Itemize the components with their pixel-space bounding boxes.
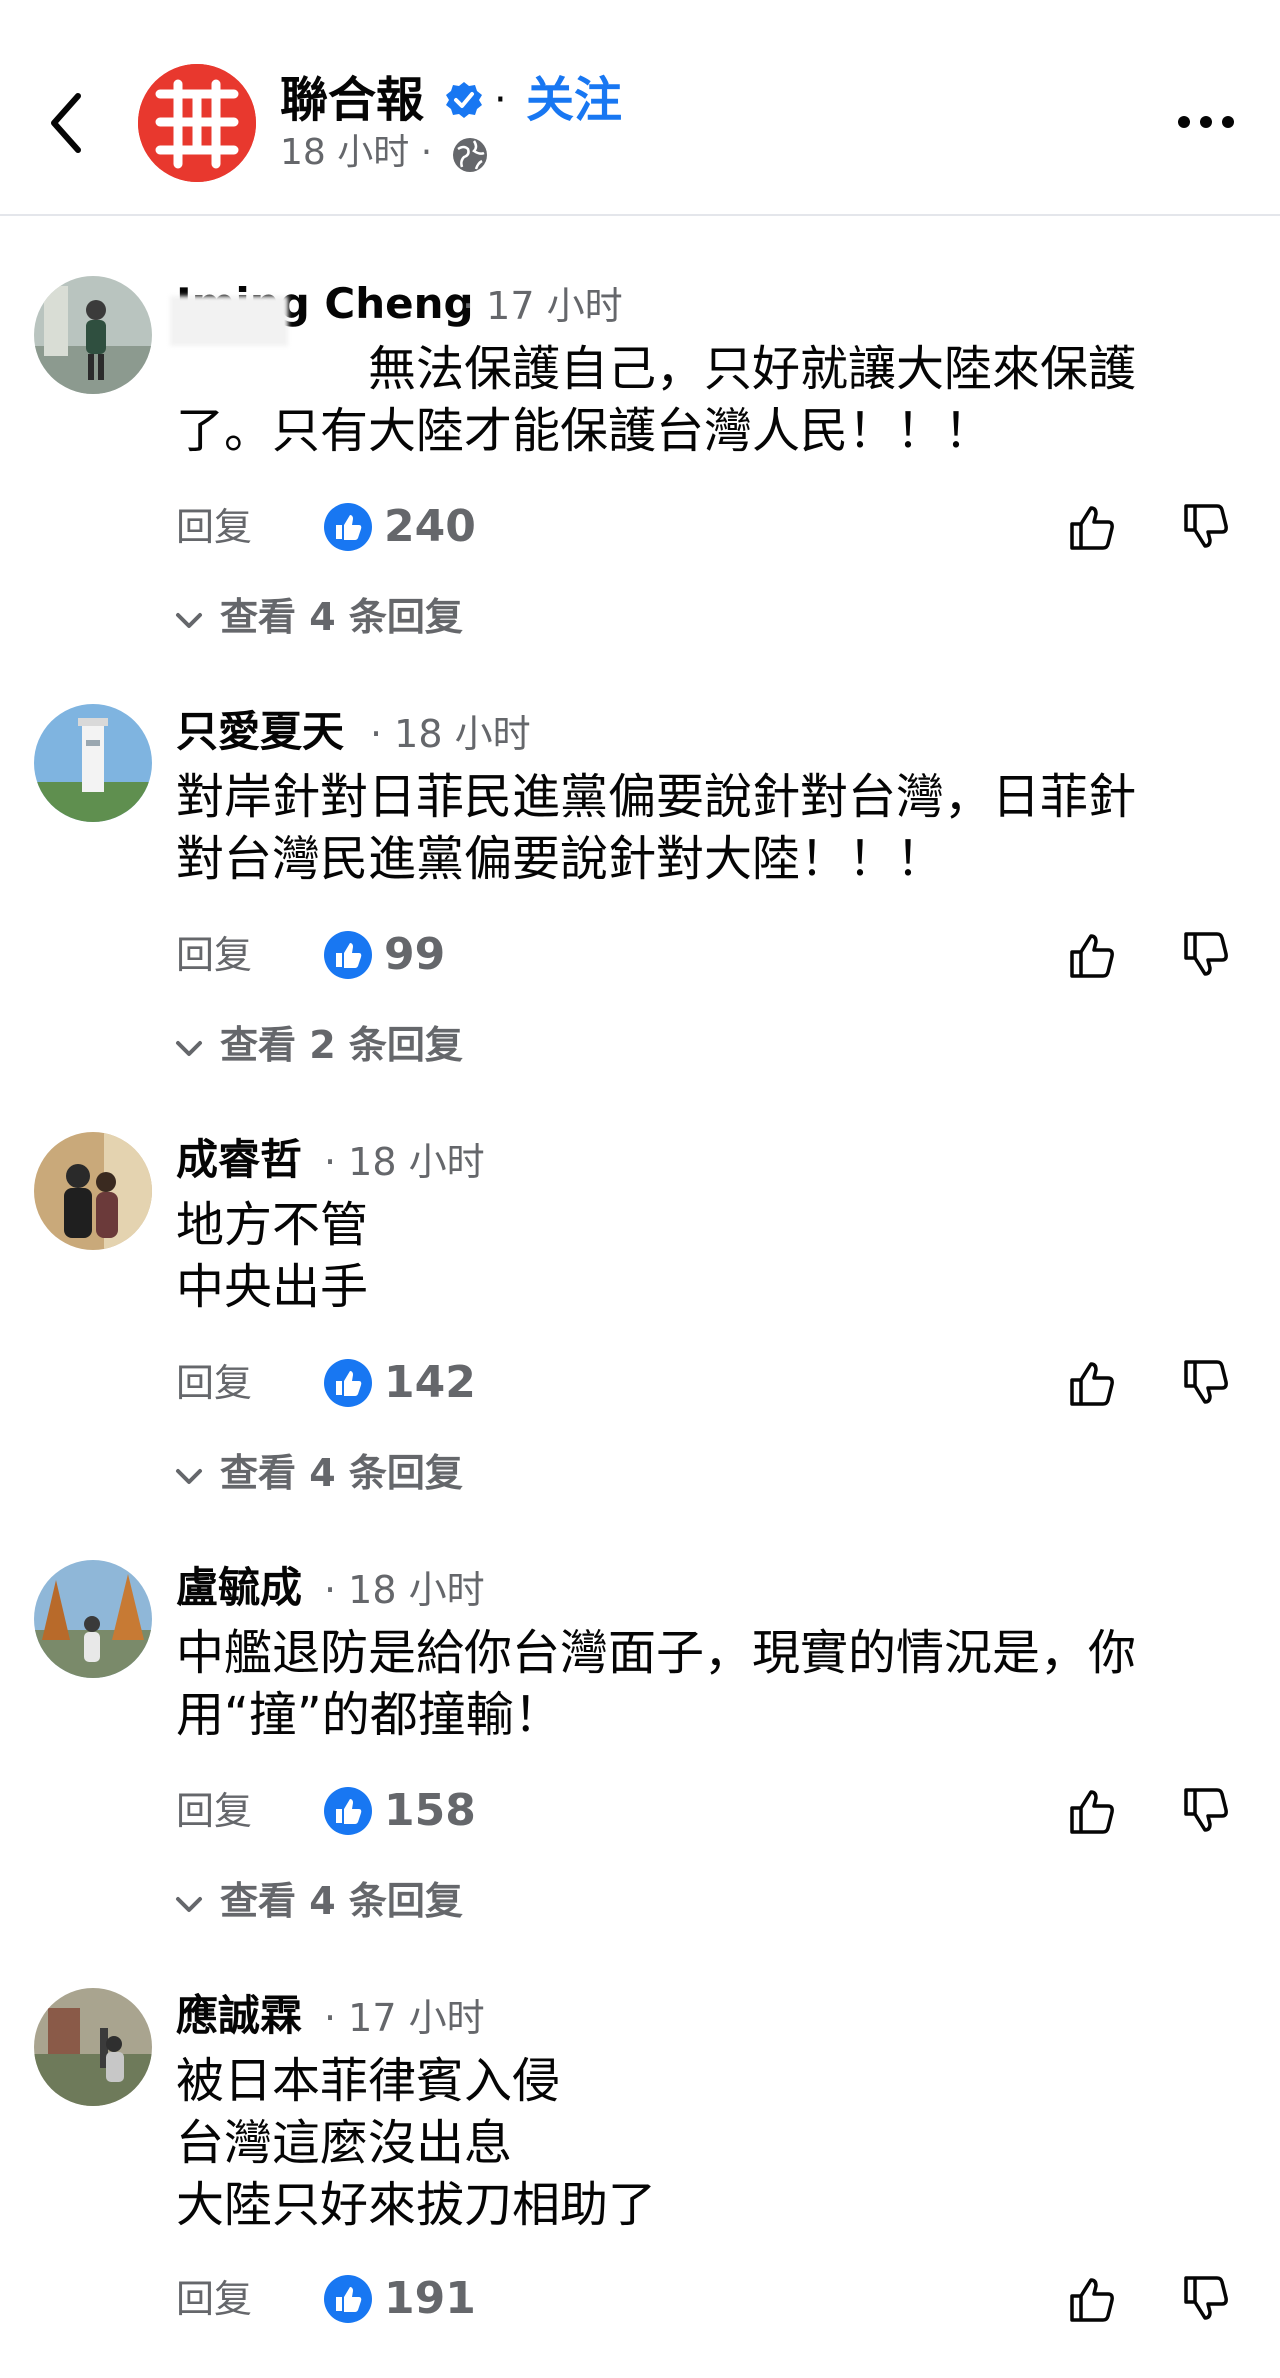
thumbs-down-icon[interactable] [1180,2272,1234,2326]
view-replies-button[interactable]: 查看 4 条回复 [172,592,463,642]
thumbs-down-icon[interactable] [1180,1784,1234,1838]
view-replies-label: 查看 4 条回复 [220,1451,463,1495]
thumbs-up-icon[interactable] [1066,500,1120,554]
view-replies-label: 查看 4 条回复 [220,595,463,639]
post-header: 聯合報 · 关注 18 小时 · [0,0,1280,216]
view-replies-label: 查看 2 条回复 [220,1023,463,1067]
like-count: 158 [384,1785,476,1836]
like-count: 240 [384,501,476,552]
view-replies-button[interactable]: 查看 2 条回复 [172,1020,463,1070]
like-reaction-icon [324,1359,372,1407]
chevron-down-icon [176,612,202,628]
chevron-down-icon [176,1468,202,1484]
name-separator: · [494,77,507,123]
thumbs-down-icon[interactable] [1180,1356,1234,1410]
comment-text: 被日本菲律賓入侵 台灣這麼沒出息 大陸只好來拔刀相助了 [176,2053,657,2233]
avatar[interactable] [34,1988,152,2106]
chevron-down-icon [176,1896,202,1912]
view-replies-button[interactable]: 查看 4 条回复 [172,1876,463,1926]
like-reaction-icon [324,931,372,979]
page-logo [138,64,256,182]
reply-button[interactable]: 回复 [176,1786,252,1836]
post-time: 18 小时 · [280,132,433,173]
comment-time: · 18 小时 [324,1140,485,1184]
reply-button[interactable]: 回复 [176,930,252,980]
reply-button[interactable]: 回复 [176,502,252,552]
comment-time: · 17 小时 [462,284,623,328]
reply-button[interactable]: 回复 [176,1358,252,1408]
thumbs-down-icon[interactable] [1180,928,1234,982]
avatar[interactable] [34,276,152,394]
thumbs-up-icon[interactable] [1066,2272,1120,2326]
like-count: 99 [384,929,446,980]
like-count: 142 [384,1357,476,1408]
comment-author[interactable]: 成睿哲 [176,1132,302,1188]
page-avatar[interactable] [138,64,256,182]
like-reaction-icon [324,503,372,551]
more-options-button[interactable] [1176,104,1236,140]
like-reaction-icon [324,1787,372,1835]
redaction-patch [170,296,288,346]
comment-text: 中艦退防是給你台灣面子，現實的情況是，你 用“撞”的都撞輸！ [176,1625,1137,1743]
verified-badge-icon [446,82,482,118]
thumbs-up-icon[interactable] [1066,1784,1120,1838]
follow-button[interactable]: 关注 [526,70,622,130]
comment-time: · 18 小时 [370,712,531,756]
comment-text: 地方不管 中央出手 [176,1197,369,1315]
avatar[interactable] [34,1560,152,1678]
back-button[interactable] [44,88,92,158]
comment-author[interactable]: 只愛夏天 [176,704,344,760]
view-replies-label: 查看 4 条回复 [220,1879,463,1923]
comment-text: 對岸針對日菲民進黨偏要說針對台灣，日菲針 對台灣民進黨偏要說針對大陸！！！ [176,769,1137,887]
comment-author[interactable]: 應誠霖 [176,1988,302,2044]
view-replies-button[interactable]: 查看 4 条回复 [172,1448,463,1498]
like-count: 191 [384,2273,476,2324]
chevron-down-icon [176,1040,202,1056]
comment-author[interactable]: 盧毓成 [176,1560,302,1616]
avatar[interactable] [34,1132,152,1250]
globe-icon [453,138,487,172]
chevron-left-icon [51,93,81,153]
page-name[interactable]: 聯合報 [280,70,424,130]
avatar[interactable] [34,704,152,822]
comment-text: 無法保護自己，只好就讓大陸來保護 了。只有大陸才能保護台灣人民！！！ [176,341,1137,459]
comment-time: · 17 小时 [324,1996,485,2040]
comment-time: · 18 小时 [324,1568,485,1612]
like-reaction-icon [324,2275,372,2323]
thumbs-up-icon[interactable] [1066,928,1120,982]
reply-button[interactable]: 回复 [176,2274,252,2324]
thumbs-up-icon[interactable] [1066,1356,1120,1410]
more-horizontal-icon [1178,116,1190,128]
thumbs-down-icon[interactable] [1180,500,1234,554]
